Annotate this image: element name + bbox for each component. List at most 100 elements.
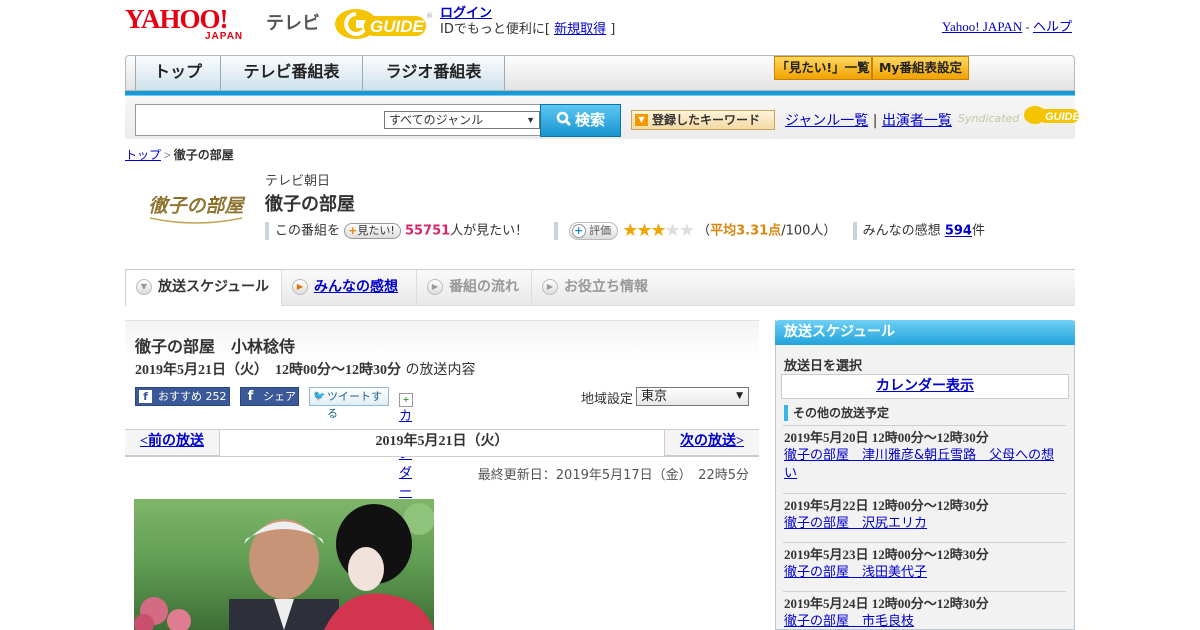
broadcast-title-link[interactable]: 徹子の部屋 市毛良枝 [784,613,1066,630]
list-item: 2019年5月20日 12時00分～12時30分 徹子の部屋 津川雅彦&朝丘雪路… [784,429,1066,483]
last-updated: 最終更新日：2019年5月17日（金） 22時5分 [477,468,749,483]
episode-photo [134,499,434,630]
divider [783,493,1066,494]
registered-keyword-button[interactable]: ▼ 登録したキーワード [631,110,775,130]
next-broadcast-link[interactable]: 次の放送> [680,434,744,449]
rating-open-paren: （ [697,223,711,239]
gguide-small-logo: GUIDE [1023,106,1081,124]
gguide-logo-text: GUIDE [370,17,425,36]
facebook-recommend-button[interactable]: f おすすめ 252 [135,387,230,406]
kansou-suffix: 件 [971,223,985,239]
broadcast-date: 2019年5月20日 12時00分～12時30分 [784,430,989,445]
broadcast-date: 2019年5月23日 12時00分～12時30分 [784,547,989,562]
yahoo-japan-logo[interactable]: YAHOO! JAPAN [125,4,261,43]
help-link[interactable]: ヘルプ [1033,19,1072,34]
login-link[interactable]: ログイン [440,6,492,21]
chevron-right-icon: ▶ [542,279,558,295]
nav-tab-tv-schedule[interactable]: テレビ番組表 [221,56,363,90]
episode-title: 徹子の部屋 小林稔侍 [135,337,296,356]
genre-list-link[interactable]: ジャンル一覧 [785,113,868,129]
divider [265,222,269,240]
search-icon [556,111,572,127]
episode-navigation: <前の放送 2019年5月21日（火） 次の放送> [125,429,759,457]
yahoo-japan-link[interactable]: Yahoo! JAPAN [942,19,1022,34]
search-button[interactable]: 検索 [540,104,621,137]
breadcrumb-separator: > [161,148,174,162]
mitai-prefix: この番組を [275,223,341,239]
facebook-share-button[interactable]: f シェア [240,387,299,406]
gguide-logo: GUIDE ® [334,5,433,41]
japan-logo-text: JAPAN [205,31,244,42]
sidebar-calendar-box: カレンダー表示 [781,374,1069,399]
gguide-small-logo-text: GUIDE [1045,111,1081,123]
syndicated-gguide-badge: Syndicated GUIDE [958,103,1081,127]
region-select[interactable]: 東京 ▼ [636,387,749,406]
facebook-recommend-count: 252 [205,390,227,403]
chevron-down-icon: ▼ [136,279,152,295]
tweet-label: ツイートする [327,390,382,420]
broadcast-date: 2019年5月24日 12時00分～12時30分 [784,596,989,611]
divider [783,591,1066,592]
rating-button[interactable]: + 評価 [568,222,619,240]
episode-date-suffix: の放送内容 [401,362,476,378]
current-broadcast-date: 2019年5月21日（火） [220,430,664,456]
registered-keyword-label: 登録したキーワード [652,113,761,127]
sidebar-title: 放送スケジュール [775,320,1075,345]
star-filled-icon: ★ [636,220,652,241]
divider [852,222,857,240]
star-filled-icon: ★ [622,220,638,241]
my-schedule-button[interactable]: My番組表設定 [872,56,969,80]
divider [783,425,1066,426]
mitai-count: 55751 [404,223,451,239]
star-filled-icon: ★ [650,220,667,241]
chevron-right-icon: ▶ [427,279,443,295]
sidebar-other-label: その他の放送予定 [784,405,889,421]
list-item: 2019年5月23日 12時00分～12時30分 徹子の部屋 浅田美代子 [784,546,1066,582]
tv-logo-text[interactable]: テレビ [266,9,320,35]
broadcast-title-link[interactable]: 徹子の部屋 津川雅彦&朝丘雪路 父母への想い [784,447,1066,483]
broadcast-title-link[interactable]: 徹子の部屋 沢尻エリカ [784,515,1066,533]
episode-date: 2019年5月21日（火） 12時00分～12時30分 の放送内容 [135,359,475,379]
tab-schedule[interactable]: ▼ 放送スケジュール [125,270,282,306]
divider [554,222,559,240]
triangle-down-icon: ▼ [635,114,648,126]
rating-count: /100人） [781,223,837,239]
star-empty-icon: ★ [664,220,681,241]
broadcast-title-link[interactable]: 徹子の部屋 浅田美代子 [784,564,1066,582]
genre-select-value: すべてのジャンル [389,113,484,127]
star-empty-icon: ★ [678,220,695,241]
broadcast-date: 2019年5月22日 12時00分～12時30分 [784,498,989,513]
kansou-count-link[interactable]: 594 [945,224,972,239]
facebook-recommend-label: おすすめ [158,390,202,403]
rating-average: 平均3.31点 [710,223,782,239]
plus-circle-icon: + [571,224,586,238]
calendar-display-link[interactable]: カレンダー表示 [876,378,974,394]
program-stats: この番組を +見たい! 55751人が見たい！ + 評価 ★★★★★ （平均3.… [265,220,985,242]
list-item: 2019年5月24日 12時00分～12時30分 徹子の部屋 市毛良枝 [784,595,1066,630]
twitter-bird-icon: 🐦 [313,391,326,402]
previous-broadcast-link[interactable]: <前の放送 [140,434,204,449]
nav-tab-top[interactable]: トップ [135,56,221,90]
top-links: Yahoo! JAPAN - ヘルプ [942,16,1072,35]
add-to-calendar[interactable]: +カレンダーに登録 [399,387,413,557]
performer-list-link[interactable]: 出演者一覧 [882,113,952,129]
chevron-down-icon: ▼ [526,115,535,125]
episode-date-time: 2019年5月21日（火） 12時00分～12時30分 [135,363,401,378]
yahoo-logo-text: YAHOO! [125,4,229,34]
plus-icon: + [348,224,358,237]
tab-reviews-label[interactable]: みんなの感想 [314,279,398,295]
mitai-button[interactable]: +見たい! [344,223,401,239]
tab-schedule-label: 放送スケジュール [158,279,270,295]
chevron-down-icon: ▼ [736,391,743,401]
genre-select[interactable]: すべてのジャンル ▼ [384,111,540,129]
tab-useful-info: ▶ お役立ち情報 [532,270,662,306]
mitai-suffix: 人が見たい！ [450,223,529,239]
nav-tab-radio-schedule[interactable]: ラジオ番組表 [363,56,505,90]
tweet-button[interactable]: 🐦 ツイートする [309,387,389,420]
tab-program-flow-label: 番組の流れ [449,279,519,295]
mitai-list-button[interactable]: 「見たい!」一覧 [774,56,872,80]
tab-reviews[interactable]: ▶ みんなの感想 [282,270,417,306]
list-item: 2019年5月22日 12時00分～12時30分 徹子の部屋 沢尻エリカ [784,497,1066,533]
breadcrumb-top-link[interactable]: トップ [125,148,161,162]
signup-link[interactable]: 新規取得 [554,22,606,37]
